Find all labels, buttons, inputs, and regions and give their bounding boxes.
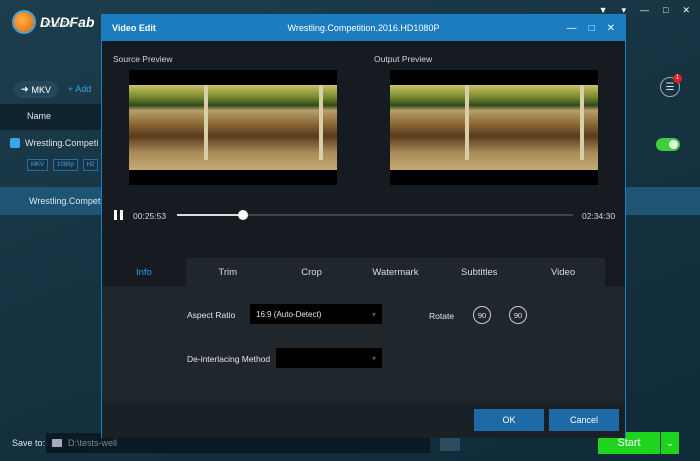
tab-info[interactable]: Info — [102, 258, 186, 286]
tab-trim[interactable]: Trim — [186, 258, 270, 286]
close-icon[interactable]: ✕ — [607, 23, 615, 34]
maximize-icon[interactable]: □ — [589, 23, 595, 34]
rotate-left-button[interactable]: 90 — [473, 306, 491, 324]
tab-crop[interactable]: Crop — [270, 258, 354, 286]
minimize-icon[interactable]: — — [640, 5, 649, 16]
cancel-button[interactable]: Cancel — [549, 409, 619, 431]
deinterlace-label: De-interlacing Method — [187, 354, 271, 364]
logo-icon — [12, 10, 36, 34]
rotate-label: Rotate — [429, 311, 455, 321]
current-time: 00:25:53 — [133, 211, 167, 221]
profile-button[interactable]: ➜ MKV — [14, 81, 58, 98]
arrow-icon: ➜ — [20, 84, 29, 94]
deinterlace-select[interactable]: ▾ — [276, 348, 382, 368]
dialog-title: Video Edit — [112, 23, 156, 33]
seek-slider[interactable] — [177, 210, 573, 220]
tag: H2 — [82, 159, 99, 171]
output-preview-label: Output Preview — [374, 54, 433, 64]
dialog-titlebar: Wrestling.Competition.2016.HD1080P Video… — [102, 15, 625, 41]
total-time: 02:34:30 — [582, 211, 616, 221]
tab-video[interactable]: Video — [521, 258, 605, 286]
tag: MKV — [27, 159, 49, 171]
aspect-ratio-select[interactable]: 16:9 (Auto-Detect) ▾ — [250, 304, 382, 324]
notification-badge: 1 — [673, 74, 682, 83]
video-edit-dialog: Wrestling.Competition.2016.HD1080P Video… — [101, 14, 626, 438]
file-row[interactable]: Wrestling.Competi — [10, 138, 98, 148]
add-button[interactable]: + Add — [68, 84, 91, 94]
seek-thumb[interactable] — [238, 210, 249, 220]
tab-watermark[interactable]: Watermark — [353, 258, 437, 286]
source-preview-video — [129, 70, 337, 185]
ok-button[interactable]: OK — [474, 409, 544, 431]
start-dropdown[interactable]: ⌄ — [661, 432, 679, 454]
info-panel: Aspect Ratio 16:9 (Auto-Detect) ▾ De-inte… — [102, 286, 625, 401]
name-column-header: Name — [0, 104, 101, 130]
title-toggle[interactable] — [656, 138, 680, 151]
rotate-right-button[interactable]: 90 — [509, 306, 527, 324]
minimize-icon[interactable]: — — [567, 23, 577, 34]
chevron-down-icon: ▾ — [371, 353, 376, 363]
aspect-ratio-label: Aspect Ratio — [187, 310, 236, 320]
dialog-file-name: Wrestling.Competition.2016.HD1080P — [287, 23, 440, 33]
collapse-checkbox[interactable] — [10, 138, 20, 148]
chevron-down-icon: ▾ — [371, 309, 376, 319]
dialog-footer: OK Cancel — [102, 401, 625, 438]
pause-button[interactable] — [114, 210, 123, 220]
close-icon[interactable]: ✕ — [682, 5, 690, 16]
version: 10.0.7.9 — [44, 20, 73, 29]
save-to-label: Save to: — [12, 438, 46, 448]
tab-bar: Info Trim Crop Watermark Subtitles Video — [102, 258, 605, 286]
output-preview-video — [390, 70, 598, 185]
source-preview-label: Source Preview — [113, 54, 173, 64]
tag: 1080p — [53, 159, 78, 171]
tab-subtitles[interactable]: Subtitles — [437, 258, 521, 286]
maximize-icon[interactable]: □ — [663, 5, 668, 16]
folder-icon — [52, 439, 62, 447]
